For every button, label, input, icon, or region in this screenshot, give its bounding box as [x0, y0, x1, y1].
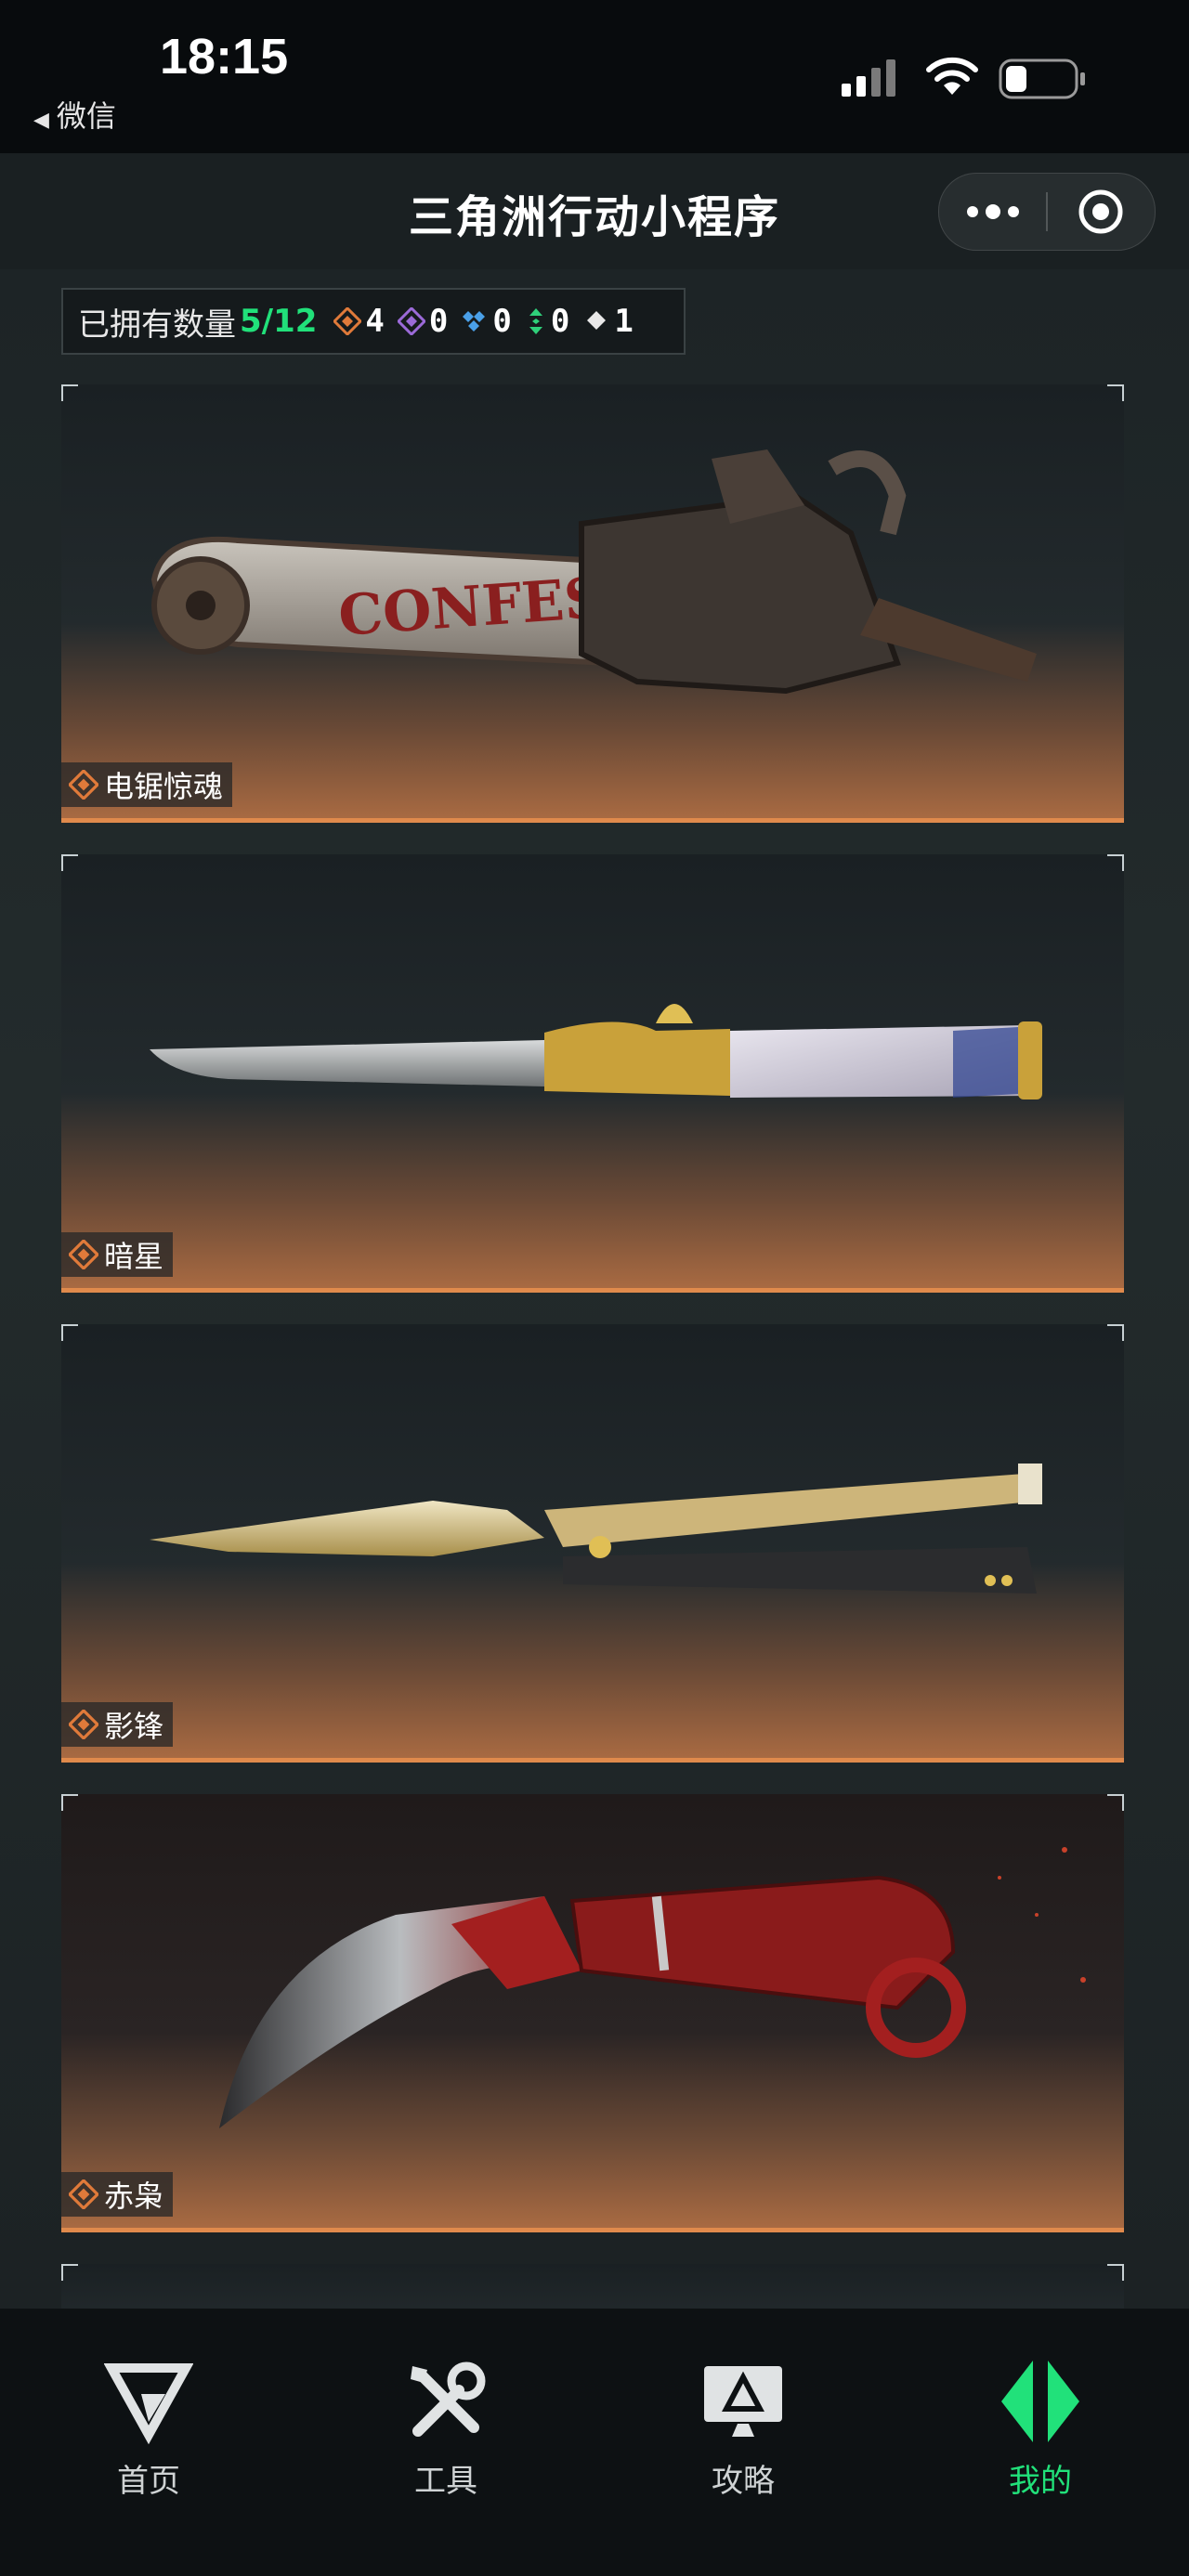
profile-logo-icon: [1001, 2361, 1079, 2442]
tools-icon: [411, 2361, 486, 2437]
purple-diamond-icon: [397, 307, 425, 335]
item-name-tag: 电锯惊魂: [61, 762, 233, 807]
orange-diamond-icon: [69, 1240, 98, 1269]
orange-diamond-icon: [69, 2179, 98, 2209]
tab-profile[interactable]: 我的: [892, 2309, 1189, 2500]
item-card[interactable]: 赤枭: [61, 1794, 1124, 2232]
item-name-tag: 暗星: [61, 1232, 174, 1277]
item-card-partial[interactable]: [61, 2264, 1124, 2309]
item-name: 影锋: [104, 1709, 164, 1744]
owned-count: 5/12: [240, 303, 318, 340]
more-options-button[interactable]: [939, 174, 1047, 250]
mini-program-capsule: [938, 173, 1156, 251]
butterfly-knife-image: [150, 1464, 1042, 1594]
blue-diamond-icon: [463, 311, 486, 332]
tab-tools[interactable]: 工具: [297, 2309, 594, 2500]
orange-diamond-icon: [69, 770, 98, 800]
back-to-wechat-button[interactable]: ◀ 微信: [33, 93, 116, 136]
home-logo-icon: [104, 2363, 193, 2445]
bottom-tab-bar: 首页 工具 攻略 我的: [0, 2309, 1189, 2576]
karambit-image: [219, 1847, 1086, 2128]
tab-home[interactable]: 首页: [0, 2309, 297, 2500]
stat-green-value: 0: [550, 303, 570, 340]
owned-label: 已拥有数量: [78, 306, 236, 344]
item-name-tag: 赤枭: [61, 2172, 174, 2217]
battery-icon: [999, 59, 1085, 99]
item-name-tag: 影锋: [61, 1702, 174, 1747]
orange-diamond-icon: [69, 1710, 98, 1739]
stat-white: 1: [582, 303, 634, 340]
item-card[interactable]: 影锋: [61, 1324, 1124, 1763]
stat-orange: 4: [333, 303, 385, 340]
chainsaw-image: CONFESS: [150, 449, 1037, 695]
orange-diamond-icon: [333, 307, 362, 335]
stat-green: 0: [525, 303, 569, 340]
tab-profile-label: 我的: [1009, 2463, 1072, 2500]
item-card[interactable]: CONFESS 电锯惊魂: [61, 384, 1124, 823]
stat-blue-value: 0: [492, 303, 512, 340]
cellular-signal-icon: [842, 59, 895, 97]
tab-home-label: 首页: [117, 2463, 180, 2500]
back-arrow-icon: ◀: [33, 109, 49, 132]
tab-guide-label: 攻略: [712, 2463, 775, 2500]
owned-summary-bar: 已拥有数量 5/12 4 0 0 0 1: [61, 288, 686, 355]
collection-list[interactable]: 已拥有数量 5/12 4 0 0 0 1 CONFESS 电锯惊魂 暗星 影锋 …: [0, 269, 1189, 2309]
back-label: 微信: [56, 98, 116, 134]
close-mini-program-button[interactable]: [1047, 174, 1155, 250]
item-card[interactable]: 暗星: [61, 854, 1124, 1293]
stat-blue: 0: [461, 303, 512, 340]
white-diamond-icon: [587, 311, 607, 330]
dagger-image: [150, 1004, 1042, 1099]
tab-guide[interactable]: 攻略: [594, 2309, 892, 2500]
guide-monitor-icon: [704, 2366, 782, 2437]
stat-orange-value: 4: [365, 303, 385, 340]
green-arrow-icon: [529, 308, 542, 334]
target-close-icon: [1078, 189, 1123, 234]
item-name: 赤枭: [104, 2179, 164, 2214]
wifi-icon: [926, 57, 978, 95]
status-bar: 18:15 ◀ 微信 三角洲行动小程序: [0, 0, 1189, 251]
item-name: 电锯惊魂: [104, 769, 224, 804]
status-time: 18:15: [160, 29, 289, 85]
stat-white-value: 1: [614, 303, 634, 340]
stat-purple-value: 0: [428, 303, 449, 340]
item-name: 暗星: [104, 1239, 164, 1274]
stat-purple: 0: [397, 303, 449, 340]
tab-tools-label: 工具: [414, 2463, 477, 2500]
